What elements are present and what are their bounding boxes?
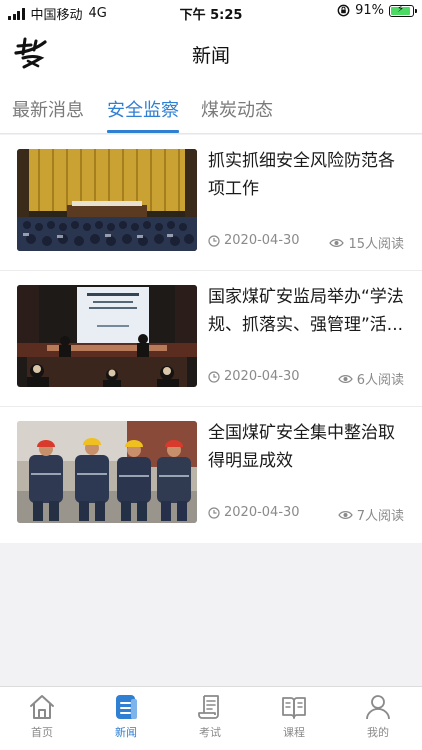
news-date: 2020-04-30 — [208, 505, 300, 520]
news-date-text: 2020-04-30 — [224, 505, 300, 520]
eye-icon — [337, 510, 353, 519]
news-meta: 2020-04-30 15人阅读 — [208, 233, 408, 252]
status-bar: 中国移动 4G 下午 5:25 91% ⚡ — [0, 0, 422, 24]
news-title: 抓实抓细安全风险防范各项工作 — [208, 151, 395, 199]
news-list: 抓实抓细安全风险防范各项工作 2020-04-30 15人阅读 国家煤矿安监局举… — [0, 135, 422, 543]
nav-home-label: 首页 — [31, 726, 53, 739]
nav-news[interactable]: 新闻 — [84, 693, 168, 740]
tab-bar: 最新消息 安全监察 煤炭动态 — [0, 82, 422, 134]
nav-courses-label: 课程 — [283, 726, 305, 739]
status-right: 91% ⚡ — [337, 3, 417, 18]
eye-icon — [329, 238, 345, 247]
news-meta: 2020-04-30 7人阅读 — [208, 505, 408, 524]
clock-icon — [208, 506, 220, 519]
nav-courses[interactable]: 课程 — [252, 693, 336, 740]
news-read-count-text: 15人阅读 — [348, 237, 404, 252]
news-icon — [116, 695, 137, 719]
nav-profile-label: 我的 — [367, 726, 389, 739]
news-item[interactable]: 全国煤矿安全集中整治取得明显成效 2020-04-30 7人阅读 — [0, 407, 422, 543]
tab-latest-news[interactable]: 最新消息 — [12, 96, 84, 122]
active-tab-indicator — [107, 130, 179, 133]
home-icon — [30, 695, 54, 719]
news-read-count: 15人阅读 — [329, 233, 404, 252]
orientation-lock-icon — [337, 4, 350, 17]
eye-icon — [337, 374, 353, 383]
clock-icon — [208, 370, 220, 383]
page-title: 新闻 — [191, 45, 230, 67]
charging-bolt-icon: ⚡ — [397, 3, 405, 15]
news-read-count-text: 7人阅读 — [356, 509, 404, 524]
news-date-text: 2020-04-30 — [224, 369, 300, 384]
news-date-text: 2020-04-30 — [224, 233, 300, 248]
book-icon — [282, 697, 306, 719]
header: 新闻 — [0, 24, 422, 82]
conference-hall-photo — [17, 149, 197, 251]
news-date: 2020-04-30 — [208, 233, 300, 248]
training-session-photo — [17, 285, 197, 387]
clock-icon — [208, 234, 220, 247]
battery-percent: 91% — [355, 3, 384, 18]
news-thumbnail — [17, 285, 197, 387]
nav-exam-label: 考试 — [199, 726, 221, 739]
news-read-count-text: 6人阅读 — [356, 373, 404, 388]
nav-home[interactable]: 首页 — [0, 693, 84, 740]
nav-news-label: 新闻 — [115, 726, 137, 739]
bottom-nav: 首页 新闻 考试 课程 我的 — [0, 686, 422, 750]
news-item[interactable]: 国家煤矿安监局举办“学法规、抓落实、强管理”活... 2020-04-30 6人… — [0, 271, 422, 407]
news-date: 2020-04-30 — [208, 369, 300, 384]
news-title: 全国煤矿安全集中整治取得明显成效 — [208, 423, 395, 471]
tab-safety-supervision[interactable]: 安全监察 — [107, 96, 179, 122]
miners-photo — [17, 421, 197, 523]
person-icon — [366, 695, 390, 720]
news-title: 国家煤矿安监局举办“学法规、抓落实、强管理”活... — [208, 287, 404, 335]
nav-profile[interactable]: 我的 — [336, 693, 420, 740]
news-meta: 2020-04-30 6人阅读 — [208, 369, 408, 388]
tab-coal-news[interactable]: 煤炭动态 — [201, 96, 273, 122]
news-item[interactable]: 抓实抓细安全风险防范各项工作 2020-04-30 15人阅读 — [0, 135, 422, 271]
news-thumbnail — [17, 149, 197, 251]
exam-scroll-icon — [198, 695, 219, 719]
news-read-count: 6人阅读 — [337, 369, 404, 388]
news-thumbnail — [17, 421, 197, 523]
battery-icon: ⚡ — [389, 3, 417, 17]
news-read-count: 7人阅读 — [337, 505, 404, 524]
nav-exam[interactable]: 考试 — [168, 693, 252, 740]
